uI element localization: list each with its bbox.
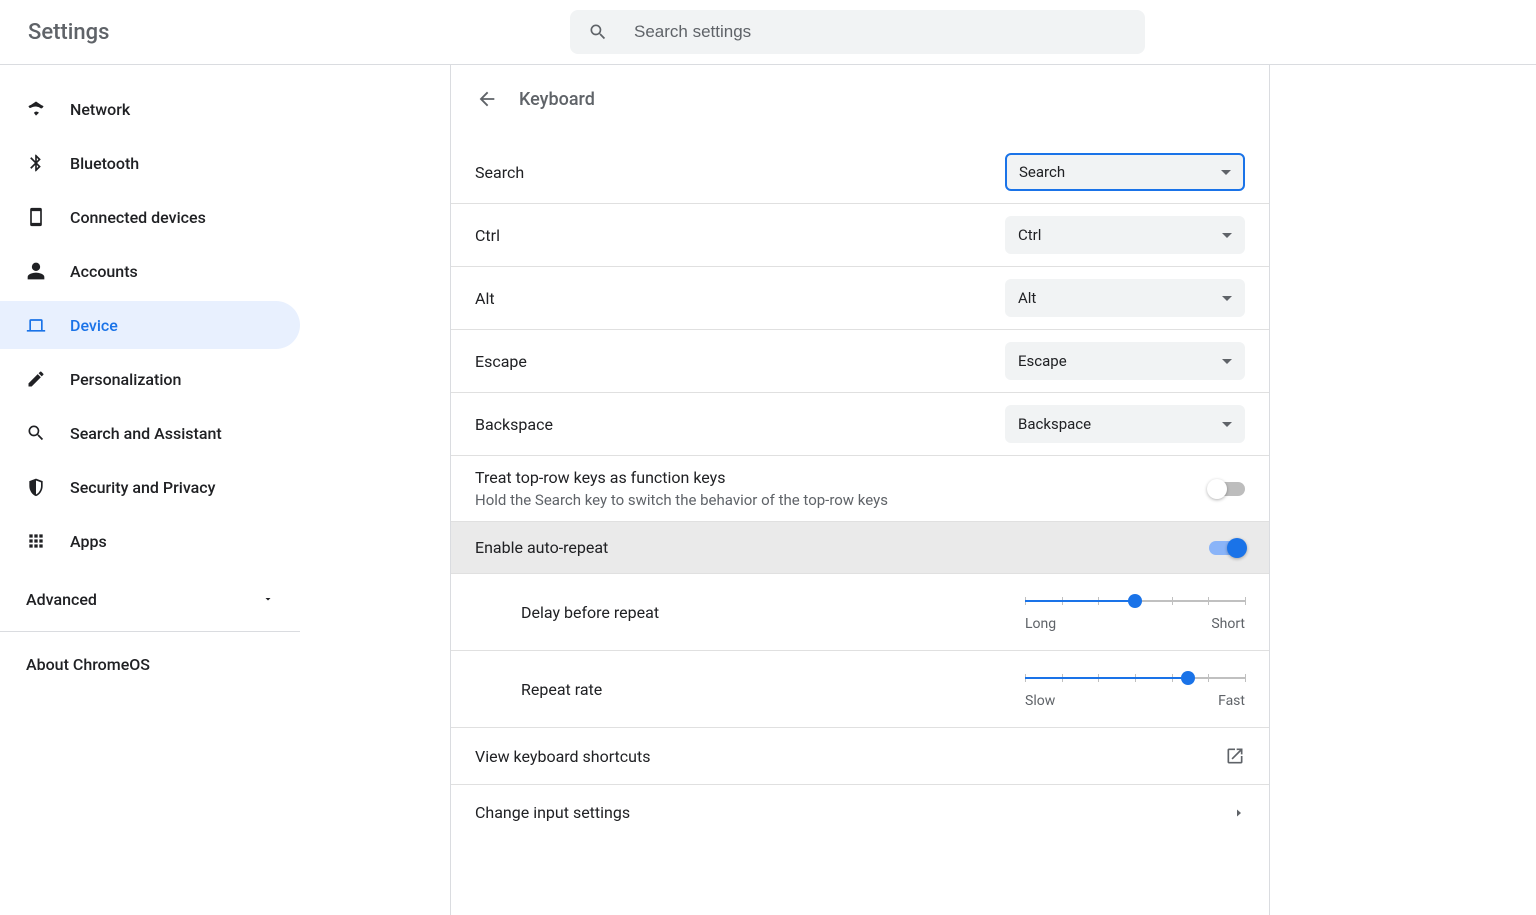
chevron-down-icon: [1221, 170, 1231, 175]
sidebar-item-label: Accounts: [70, 262, 138, 281]
sidebar-item-label: Device: [70, 316, 118, 335]
sidebar-item-label: Search and Assistant: [70, 424, 222, 443]
key-select-ctrl[interactable]: Ctrl: [1005, 216, 1245, 254]
key-row-escape: Escape Escape: [451, 330, 1269, 393]
key-row-search: Search Search: [451, 141, 1269, 204]
page-title: Keyboard: [519, 89, 595, 110]
key-select-search[interactable]: Search: [1005, 153, 1245, 191]
chevron-down-icon: [262, 593, 274, 605]
sidebar-divider: [0, 631, 300, 632]
key-row-ctrl: Ctrl Ctrl: [451, 204, 1269, 267]
sidebar-item-label: Bluetooth: [70, 154, 139, 173]
change-input-settings-row[interactable]: Change input settings: [451, 785, 1269, 840]
key-row-alt: Alt Alt: [451, 267, 1269, 330]
slider-left-label: Long: [1025, 616, 1056, 632]
search-bar[interactable]: [570, 10, 1145, 54]
view-shortcuts-label: View keyboard shortcuts: [475, 747, 650, 766]
sidebar-item-connected-devices[interactable]: Connected devices: [0, 193, 300, 241]
dropdown-value: Alt: [1018, 289, 1036, 307]
key-label-escape: Escape: [475, 352, 527, 371]
sidebar-item-label: Personalization: [70, 370, 181, 389]
open-external-icon: [1225, 746, 1245, 766]
back-button[interactable]: [475, 87, 499, 111]
slider-right-label: Fast: [1218, 693, 1245, 709]
auto-repeat-toggle[interactable]: [1209, 541, 1245, 555]
search-icon: [26, 423, 46, 443]
shield-icon: [26, 477, 46, 497]
sidebar: Network Bluetooth Connected devices Acco…: [0, 65, 300, 915]
sidebar-about[interactable]: About ChromeOS: [0, 640, 300, 688]
chevron-down-icon: [1222, 422, 1232, 427]
sidebar-item-apps[interactable]: Apps: [0, 517, 300, 565]
bluetooth-icon: [26, 153, 46, 173]
delay-slider[interactable]: Long Short: [1025, 592, 1245, 632]
dropdown-value: Backspace: [1018, 415, 1091, 433]
settings-panel: Keyboard Search Search Ctrl Ctrl Alt Alt…: [450, 65, 1270, 915]
function-keys-toggle[interactable]: [1209, 482, 1245, 496]
advanced-label: Advanced: [26, 590, 97, 609]
key-label-backspace: Backspace: [475, 415, 553, 434]
dropdown-value: Ctrl: [1018, 226, 1041, 244]
sidebar-item-label: Network: [70, 100, 130, 119]
sidebar-advanced[interactable]: Advanced: [0, 575, 300, 623]
sidebar-item-bluetooth[interactable]: Bluetooth: [0, 139, 300, 187]
key-row-backspace: Backspace Backspace: [451, 393, 1269, 456]
delay-label: Delay before repeat: [521, 603, 659, 622]
main-content: Keyboard Search Search Ctrl Ctrl Alt Alt…: [300, 65, 1536, 915]
edit-icon: [26, 369, 46, 389]
topbar: Settings: [0, 0, 1536, 65]
slider-left-label: Slow: [1025, 693, 1055, 709]
dropdown-value: Escape: [1018, 352, 1067, 370]
sidebar-item-label: Security and Privacy: [70, 478, 215, 497]
key-label-ctrl: Ctrl: [475, 226, 500, 245]
change-input-label: Change input settings: [475, 803, 630, 822]
delay-before-repeat-row: Delay before repeat Long Short: [451, 574, 1269, 651]
key-select-backspace[interactable]: Backspace: [1005, 405, 1245, 443]
sidebar-item-label: Apps: [70, 532, 107, 551]
about-label: About ChromeOS: [26, 655, 150, 674]
rate-label: Repeat rate: [521, 680, 602, 699]
function-keys-row: Treat top-row keys as function keys Hold…: [451, 456, 1269, 522]
sidebar-item-network[interactable]: Network: [0, 85, 300, 133]
slider-thumb[interactable]: [1128, 594, 1142, 608]
arrow-left-icon: [476, 88, 498, 110]
sidebar-item-device[interactable]: Device: [0, 301, 300, 349]
repeat-rate-row: Repeat rate Slow Fast: [451, 651, 1269, 728]
key-select-alt[interactable]: Alt: [1005, 279, 1245, 317]
app-title: Settings: [28, 20, 109, 45]
slider-right-label: Short: [1211, 616, 1245, 632]
chevron-down-icon: [1222, 359, 1232, 364]
key-select-escape[interactable]: Escape: [1005, 342, 1245, 380]
chevron-down-icon: [1222, 296, 1232, 301]
sidebar-item-personalization[interactable]: Personalization: [0, 355, 300, 403]
chevron-down-icon: [1222, 233, 1232, 238]
panel-header: Keyboard: [451, 65, 1269, 121]
function-keys-label: Treat top-row keys as function keys: [475, 468, 888, 487]
chevron-right-icon: [1233, 807, 1245, 819]
auto-repeat-row: Enable auto-repeat: [451, 522, 1269, 574]
key-label-alt: Alt: [475, 289, 495, 308]
view-shortcuts-row[interactable]: View keyboard shortcuts: [451, 728, 1269, 785]
rate-slider[interactable]: Slow Fast: [1025, 669, 1245, 709]
search-icon: [588, 22, 608, 42]
sidebar-item-label: Connected devices: [70, 208, 206, 227]
sidebar-item-accounts[interactable]: Accounts: [0, 247, 300, 295]
laptop-icon: [26, 315, 46, 335]
mobile-icon: [26, 207, 46, 227]
auto-repeat-label: Enable auto-repeat: [475, 538, 608, 557]
wifi-icon: [26, 99, 46, 119]
slider-thumb[interactable]: [1181, 671, 1195, 685]
person-icon: [26, 261, 46, 281]
function-keys-sublabel: Hold the Search key to switch the behavi…: [475, 491, 888, 509]
dropdown-value: Search: [1019, 163, 1065, 181]
sidebar-item-security-privacy[interactable]: Security and Privacy: [0, 463, 300, 511]
key-label-search: Search: [475, 163, 524, 182]
sidebar-item-search-assistant[interactable]: Search and Assistant: [0, 409, 300, 457]
search-input[interactable]: [632, 21, 1127, 43]
apps-icon: [26, 531, 46, 551]
